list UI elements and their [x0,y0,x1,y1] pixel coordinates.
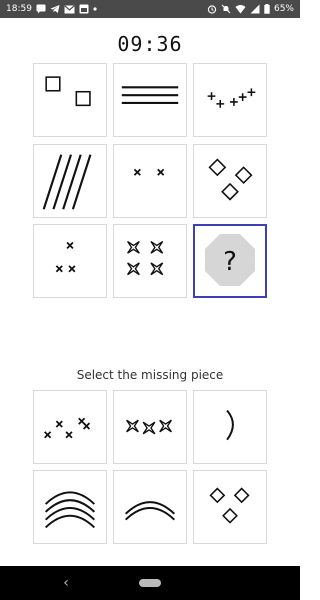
answer-option-two-arcs[interactable] [113,470,187,544]
stars-icon [127,240,164,276]
signal-icon [250,3,260,15]
alarm-icon [207,3,217,15]
battery-percent: 65% [273,4,294,14]
grid-cell-two-squares [33,63,107,137]
status-right: 65% [207,3,294,15]
back-icon[interactable]: ‹ [58,574,74,592]
navigation-bar: ‹ [0,566,300,600]
two-squares-icon [45,76,91,107]
grid-cell-five-pluses [193,63,267,137]
grid-cell-three-lines [113,63,187,137]
status-time: 18:59 [6,4,32,14]
question-octagon-icon: ? [205,234,255,286]
diamonds-icon [209,487,250,524]
missing-piece-label: ? [223,247,237,277]
diamonds-icon [208,158,253,201]
timer: 09:36 [117,32,183,56]
pluses-icon [207,88,256,108]
telegram-icon [50,3,60,15]
prompt-text: Select the missing piece [76,368,224,382]
answer-option-four-arcs[interactable] [33,470,107,544]
arc-icon [226,409,234,441]
grid-cell-three-diamonds [193,144,267,218]
stars-icon [126,419,172,435]
home-icon[interactable] [139,579,161,587]
grid-cell-three-crosses [33,224,107,298]
arcs-icon [125,501,175,521]
wifi-icon [235,3,246,15]
crosses-icon [44,417,91,439]
calendar-icon [79,3,89,15]
grid-cell-four-diagonal-lines [33,144,107,218]
status-left: 18:59 [6,3,207,15]
sms-icon [36,3,46,15]
dot-icon [93,3,97,15]
battery-icon [264,3,270,15]
gmail-icon [64,3,75,15]
three-lines-icon [121,86,179,104]
answer-option-three-stars[interactable] [113,390,187,464]
arcs-icon [45,491,95,529]
status-bar: 18:59 65% [0,0,300,18]
crosses-icon [55,241,76,273]
grid-cell-four-stars [113,224,187,298]
crosses-icon [133,168,165,176]
mute-icon [221,3,231,15]
diagonal-lines-icon [42,154,92,210]
answer-option-five-crosses[interactable] [33,390,107,464]
answer-option-one-arc[interactable] [193,390,267,464]
grid-cell-missing-piece[interactable]: ? [193,224,267,298]
answer-option-three-diamonds[interactable] [193,470,267,544]
grid-cell-two-crosses [113,144,187,218]
